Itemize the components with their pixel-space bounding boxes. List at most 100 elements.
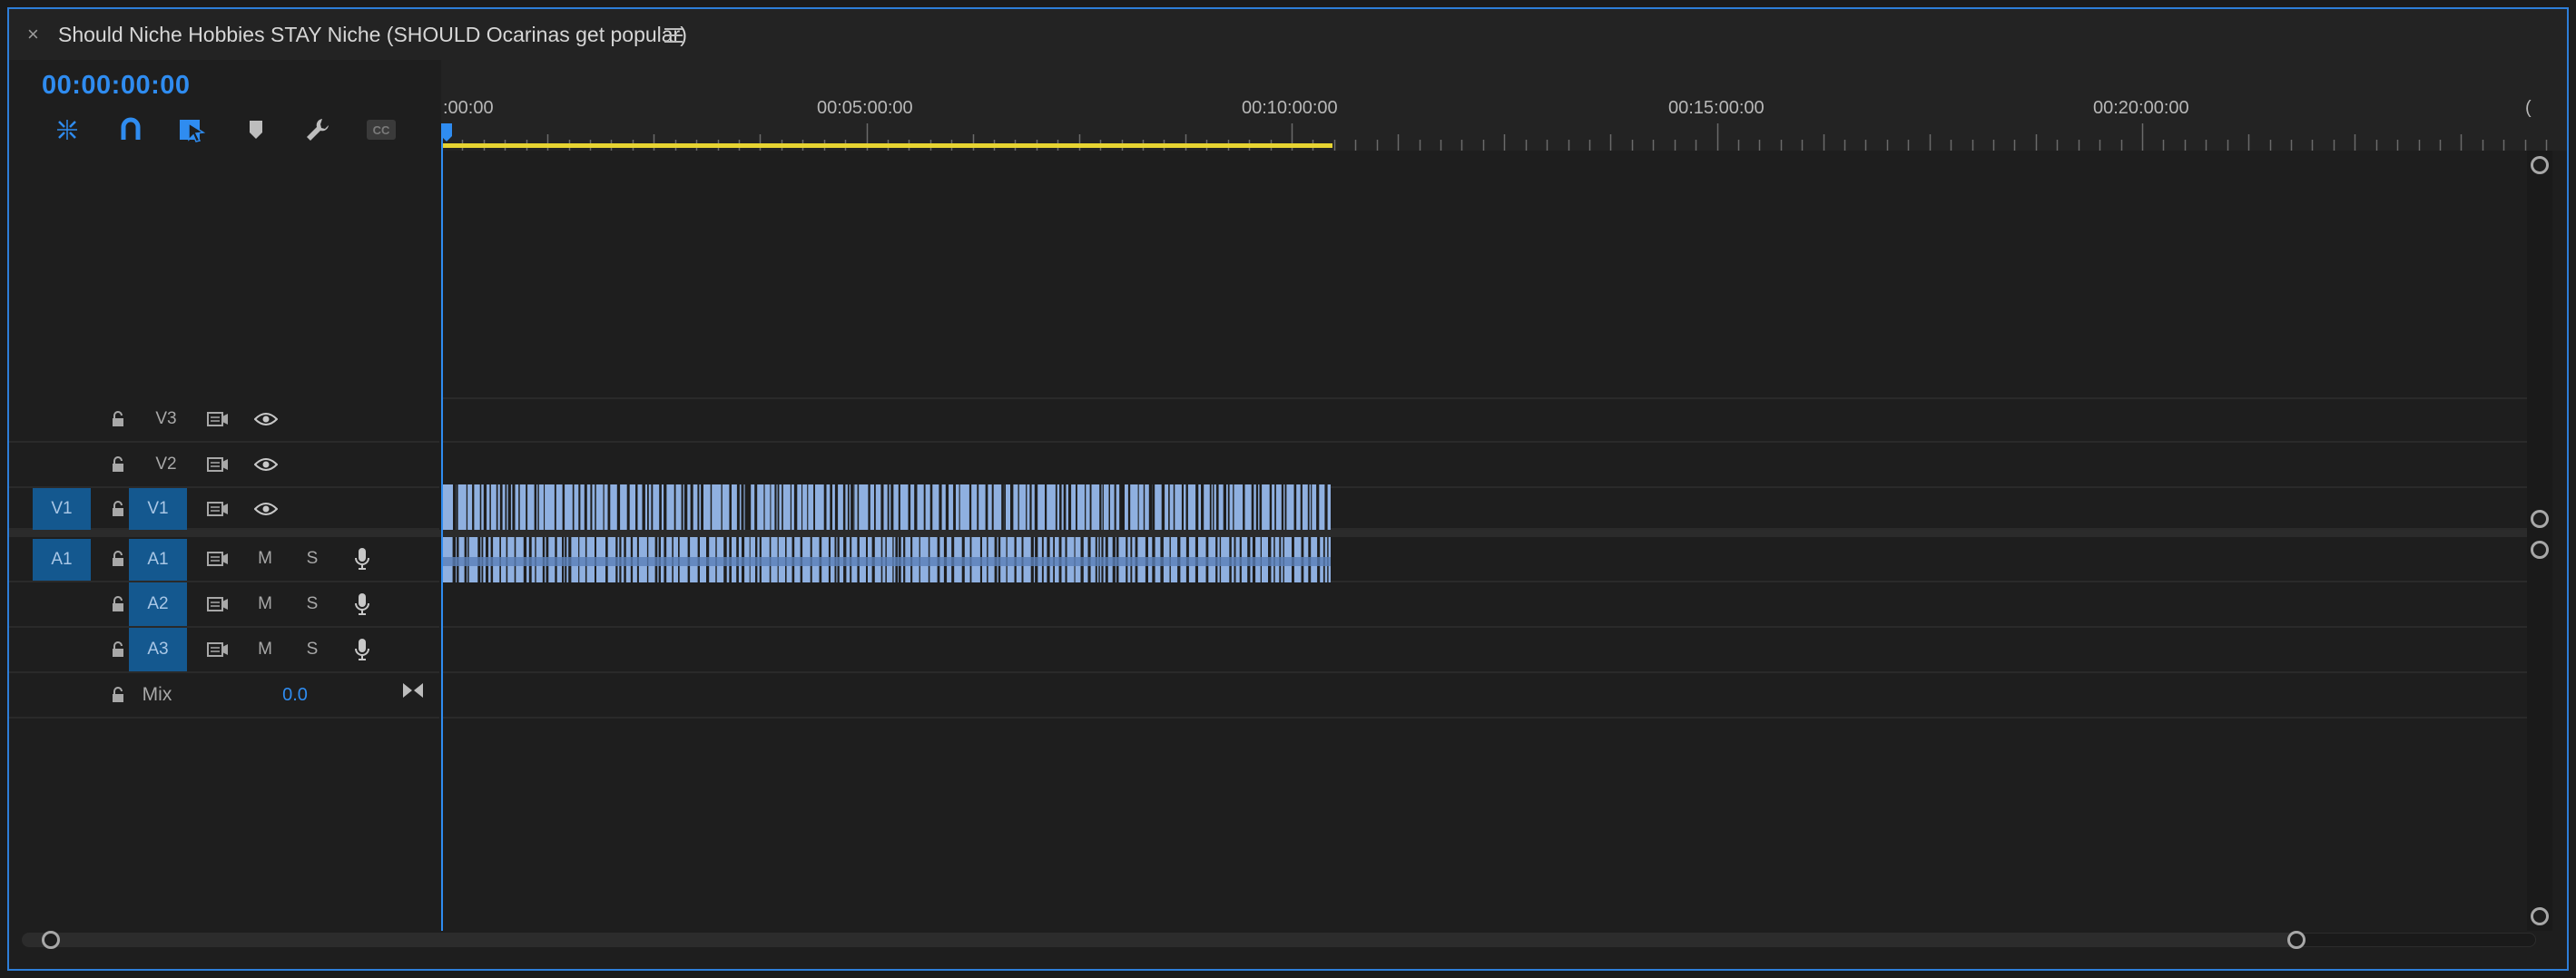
video-clips[interactable] [441, 484, 1331, 530]
clip-edit-line [1102, 484, 1104, 530]
time-ruler[interactable]: :00:00 00:05:00:00 00:10:00:00 00:15:00:… [441, 60, 2567, 151]
audio-clips[interactable] [441, 537, 1331, 582]
clip-edit-line [499, 484, 503, 530]
video-audio-divider[interactable] [9, 530, 2547, 537]
linked-selection-icon[interactable] [174, 112, 211, 148]
clip-edit-line [1293, 484, 1297, 530]
toggle-sync-lock-icon[interactable] [196, 582, 240, 626]
mute-button[interactable]: M [243, 537, 287, 581]
clip-edit-line [1300, 484, 1303, 530]
microphone-icon[interactable] [341, 582, 383, 626]
eye-icon[interactable] [243, 397, 289, 441]
playhead-timecode[interactable]: 00:00:00:00 [42, 71, 191, 101]
clip-edit-line [1026, 484, 1027, 530]
eye-icon[interactable] [243, 488, 289, 530]
add-marker-icon[interactable] [238, 112, 274, 148]
clip-edit-line [603, 484, 605, 530]
scroll-handle-video-bottom[interactable] [2531, 510, 2549, 528]
source-patch-a1[interactable]: A1 [33, 539, 91, 581]
lane-a3[interactable] [441, 628, 2529, 673]
microphone-icon[interactable] [341, 628, 383, 671]
hamburger-icon[interactable] [664, 24, 683, 45]
scroll-handle-top[interactable] [2531, 156, 2549, 174]
clip-edit-line [782, 484, 783, 530]
toggle-sync-lock-icon[interactable] [196, 397, 240, 441]
track-lock-icon[interactable] [100, 443, 136, 486]
mix-volume-value[interactable]: 0.0 [272, 673, 318, 717]
toggle-sync-lock-icon[interactable] [196, 537, 240, 581]
clip-edit-line [1274, 484, 1276, 530]
clip-edit-line [1148, 484, 1153, 530]
insert-overwrite-nest-icon[interactable] [49, 112, 85, 148]
lane-mix[interactable] [441, 673, 2529, 719]
clip-edit-line [489, 484, 491, 530]
clip-edit-line [736, 484, 740, 530]
playhead-line[interactable] [441, 127, 443, 931]
clip-edit-line [572, 484, 575, 530]
track-lock-icon[interactable] [100, 397, 136, 441]
horizontal-scrollbar[interactable] [22, 929, 2536, 951]
clip-edit-line [1307, 484, 1310, 530]
settings-wrench-icon[interactable] [300, 112, 336, 148]
track-headers: V3 V2 V1 V1 A1 A1 M S A2 M S A3 M S Mix … [9, 151, 439, 931]
clip-edit-line [626, 484, 630, 530]
solo-button[interactable]: S [292, 537, 332, 581]
vertical-scrollbar[interactable] [2527, 151, 2552, 931]
clip-edit-line [1143, 484, 1145, 530]
mute-button[interactable]: M [243, 628, 287, 671]
clip-edit-line [744, 484, 749, 530]
close-icon[interactable]: × [27, 24, 39, 45]
clip-edit-line [537, 484, 539, 530]
captions-cc-icon[interactable]: CC [363, 112, 399, 148]
mix-label: Mix [142, 684, 172, 705]
clip-edit-line [793, 484, 798, 530]
clip-edit-line [1119, 484, 1123, 530]
clip-edit-line [1255, 484, 1259, 530]
eye-icon[interactable] [243, 443, 289, 486]
lane-a2[interactable] [441, 582, 2529, 628]
mute-button[interactable]: M [243, 582, 287, 626]
zoom-handle-left[interactable] [42, 931, 60, 949]
clip-edit-line [1227, 484, 1230, 530]
scroll-handle-audio-top[interactable] [2531, 541, 2549, 559]
work-area-bar[interactable] [443, 143, 1332, 148]
toggle-sync-lock-icon[interactable] [196, 443, 240, 486]
ruler-label: ( [2525, 98, 2532, 118]
clip-edit-line [770, 484, 772, 530]
track-target-a1[interactable]: A1 [129, 539, 187, 581]
solo-button[interactable]: S [292, 628, 332, 671]
track-header-mix: Mix 0.0 [9, 673, 439, 719]
zoom-scroll-track[interactable] [22, 933, 2536, 947]
track-lock-icon[interactable] [100, 673, 136, 717]
clip-edit-line [664, 484, 667, 530]
clip-edit-line [507, 484, 511, 530]
zoom-handle-right[interactable] [2287, 931, 2306, 949]
track-target-v1[interactable]: V1 [129, 488, 187, 530]
toggle-sync-lock-icon[interactable] [196, 628, 240, 671]
sequence-tab-title[interactable]: Should Niche Hobbies STAY Niche (SHOULD … [58, 24, 687, 45]
lane-v2[interactable] [441, 443, 2529, 488]
track-header-v2: V2 [9, 443, 439, 488]
clip-edit-line [453, 484, 457, 530]
mix-collapse-icon[interactable] [398, 673, 428, 708]
clip-edit-line [1089, 484, 1092, 530]
solo-button[interactable]: S [292, 582, 332, 626]
track-target-a2[interactable]: A2 [129, 582, 187, 626]
clip-edit-line [1004, 484, 1006, 530]
timeline-panel: × Should Niche Hobbies STAY Niche (SHOUL… [7, 7, 2569, 971]
track-label[interactable]: V3 [138, 397, 194, 441]
clip-edit-line [923, 484, 926, 530]
clip-edit-line [939, 484, 942, 530]
scroll-handle-bottom[interactable] [2531, 907, 2549, 925]
microphone-icon[interactable] [341, 537, 383, 581]
clip-edit-line [1243, 484, 1245, 530]
track-label[interactable]: V2 [138, 443, 194, 486]
source-patch-v1[interactable]: V1 [33, 488, 91, 530]
clip-edit-line [1311, 484, 1313, 530]
track-target-a3[interactable]: A3 [129, 628, 187, 671]
ruler-label: 00:10:00:00 [1242, 98, 1338, 118]
snap-magnet-icon[interactable] [113, 112, 149, 148]
clip-edit-line [1001, 484, 1004, 530]
lane-v3[interactable] [441, 397, 2529, 443]
toggle-sync-lock-icon[interactable] [196, 488, 240, 530]
